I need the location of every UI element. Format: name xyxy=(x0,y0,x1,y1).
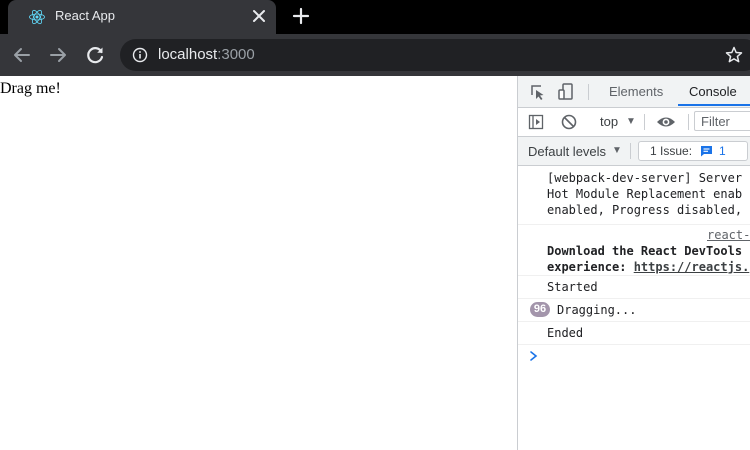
live-expression-eye-icon[interactable] xyxy=(656,114,676,130)
url-host: localhost xyxy=(158,46,218,63)
close-tab-icon[interactable] xyxy=(248,5,270,27)
console-message: [webpack-dev-server] Server Hot Module R… xyxy=(518,166,750,225)
issues-button[interactable]: 1 Issue: 1 xyxy=(638,141,748,161)
address-bar[interactable]: localhost:3000 xyxy=(120,39,750,71)
message-text: [webpack-dev-server] Server xyxy=(547,171,743,185)
message-text: Dragging... xyxy=(557,303,637,317)
log-levels-dropdown[interactable]: Default levels xyxy=(528,144,606,159)
toolbar-divider xyxy=(630,143,631,159)
console-toolbar: top ▼ xyxy=(518,108,750,137)
message-text: Hot Module Replacement enab xyxy=(547,187,743,201)
browser-tab[interactable]: React App xyxy=(8,0,276,34)
console-message: Ended xyxy=(518,322,750,345)
new-tab-icon[interactable] xyxy=(290,5,312,27)
context-selector[interactable]: top xyxy=(600,114,618,129)
devtools-tab-bar: Elements Console xyxy=(518,76,750,108)
page-viewport: Drag me! xyxy=(0,76,517,450)
inspect-element-icon[interactable] xyxy=(528,82,548,102)
react-logo-icon xyxy=(29,9,45,25)
active-tab-indicator xyxy=(678,104,750,106)
levels-caret-icon[interactable]: ▼ xyxy=(612,145,622,156)
levels-toolbar: Default levels ▼ 1 Issue: 1 xyxy=(518,137,750,166)
console-messages: [webpack-dev-server] Server Hot Module R… xyxy=(518,166,750,450)
devtools-panel: Elements Console top ▼ Default levels ▼ … xyxy=(517,76,750,450)
device-toolbar-icon[interactable] xyxy=(556,82,576,102)
tab-strip: React App xyxy=(0,0,750,34)
context-caret-icon[interactable]: ▼ xyxy=(626,116,636,127)
tab-title: React App xyxy=(55,8,115,23)
issue-message-icon xyxy=(701,146,712,157)
react-devtools-link[interactable]: https://reactjs. xyxy=(634,260,750,274)
forward-arrow-icon[interactable] xyxy=(46,43,70,67)
message-text: Download the React DevTools xyxy=(547,244,743,258)
tab-elements[interactable]: Elements xyxy=(609,84,663,99)
message-text-prefix: experience: xyxy=(547,260,634,274)
issues-count: 1 xyxy=(719,144,726,158)
browser-toolbar: localhost:3000 xyxy=(0,34,750,76)
message-text: experience: https://reactjs. xyxy=(547,259,749,275)
show-sidebar-icon[interactable] xyxy=(528,114,544,130)
message-text: Ended xyxy=(547,326,584,340)
console-message: Started xyxy=(518,276,750,299)
source-location-link[interactable]: react- xyxy=(707,227,750,243)
site-info-icon[interactable] xyxy=(132,47,148,63)
console-prompt-chevron-icon[interactable] xyxy=(529,350,539,362)
issues-label: 1 Issue: xyxy=(650,144,693,158)
tab-console[interactable]: Console xyxy=(689,84,737,99)
url-text[interactable]: localhost:3000 xyxy=(158,46,255,63)
clear-console-icon[interactable] xyxy=(560,113,578,131)
repeat-count-badge: 96 xyxy=(530,302,550,317)
draggable-text[interactable]: Drag me! xyxy=(0,80,61,98)
reload-icon[interactable] xyxy=(83,43,107,67)
toolbar-divider xyxy=(688,114,689,130)
url-port: :3000 xyxy=(217,46,255,63)
message-text: Started xyxy=(547,280,598,294)
console-message: react- Download the React DevTools exper… xyxy=(518,225,750,276)
back-arrow-icon[interactable] xyxy=(10,43,34,67)
message-text: enabled, Progress disabled, xyxy=(547,203,743,217)
toolbar-divider xyxy=(588,84,589,100)
console-message: 96 Dragging... xyxy=(518,299,750,322)
console-filter-input[interactable] xyxy=(694,111,750,131)
toolbar-divider xyxy=(644,114,645,130)
bookmark-star-icon[interactable] xyxy=(724,45,744,65)
